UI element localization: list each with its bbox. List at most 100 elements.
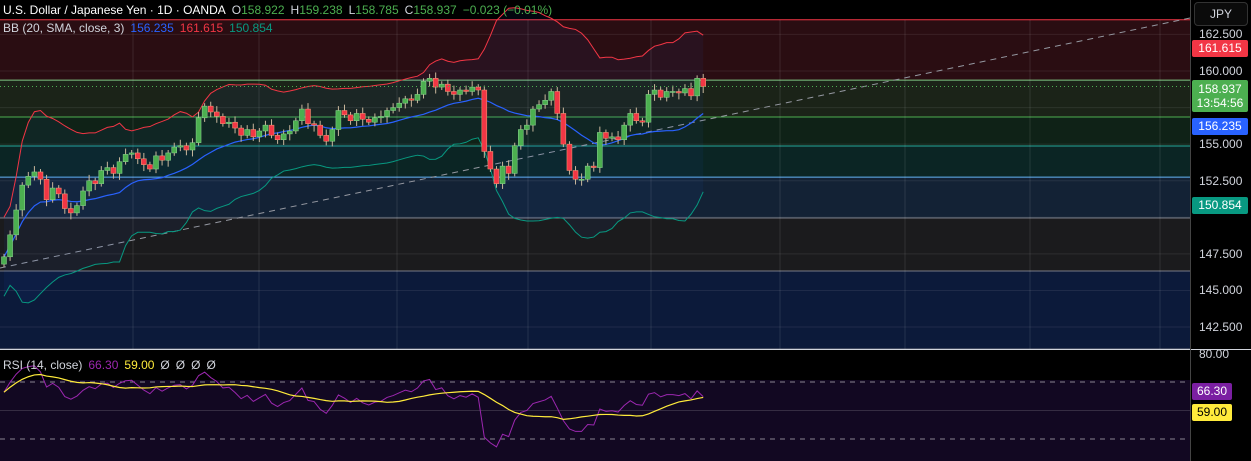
change-value: −0.023 (−0.01%): [462, 3, 553, 17]
price-tick: 147.500: [1199, 246, 1243, 261]
candle-body-down: [43, 179, 50, 200]
candle-body-up: [122, 154, 129, 162]
open-value: 158.922: [241, 3, 285, 17]
candle-body-down: [481, 89, 488, 152]
rsi-value: 66.30: [88, 358, 119, 372]
candle-body-up: [670, 91, 676, 93]
candle-body-down: [603, 132, 609, 139]
bb-upper-badge: 161.615: [1192, 40, 1248, 57]
candle-body-up: [694, 78, 700, 97]
rsi-ma-value: 59.00: [124, 358, 155, 372]
candle-body-up: [287, 130, 293, 135]
high-value: 159.238: [299, 3, 343, 17]
candle: [645, 90, 652, 128]
candle-body-down: [591, 165, 597, 168]
candle-body-down: [62, 193, 68, 209]
candle-body-down: [566, 143, 573, 171]
candle-body-down: [147, 164, 153, 170]
candle-body-up: [335, 110, 342, 130]
candle-body-down: [554, 91, 561, 114]
candle-body-up: [1, 256, 7, 265]
countdown: 13:54:56: [1196, 96, 1244, 110]
candle-body-up: [98, 170, 105, 184]
candle-body-up: [80, 190, 86, 206]
candle-body-down: [366, 119, 372, 123]
candle-body-down: [463, 89, 469, 92]
candle-body-down: [323, 135, 329, 142]
chart-canvas[interactable]: [0, 0, 1251, 461]
candle-body-up: [499, 165, 506, 184]
candle-body-up: [396, 102, 402, 108]
candle-body-down: [159, 155, 165, 161]
candle-body-down: [347, 114, 354, 121]
candle-body-up: [329, 129, 336, 142]
candle-body-down: [688, 88, 694, 97]
candle-body-down: [505, 165, 512, 174]
candle-body-up: [511, 145, 518, 174]
candle-body-down: [475, 86, 481, 91]
open-label: O: [231, 3, 242, 17]
candle-body-up: [457, 89, 463, 95]
candle-body-down: [432, 78, 439, 88]
rsi-legend: RSI (14, close) 66.30 59.00 Ø Ø Ø Ø: [3, 358, 216, 372]
price-tick: 142.500: [1199, 320, 1243, 335]
symbol-title[interactable]: U.S. Dollar / Japanese Yen · 1D · OANDA: [3, 3, 226, 17]
close-value: 158.937: [413, 3, 457, 17]
candle-body-down: [639, 120, 646, 123]
candle-body-up: [682, 88, 688, 94]
rsi-extra: Ø: [175, 358, 186, 372]
candle-body-down: [207, 105, 214, 113]
candle-body-up: [104, 167, 111, 171]
price-tick: 160.000: [1199, 64, 1243, 78]
currency-button[interactable]: JPY: [1194, 2, 1248, 26]
candle-body-down: [572, 170, 579, 180]
bb-label[interactable]: BB (20, SMA, close, 3): [3, 21, 124, 35]
candle-body-down: [633, 113, 640, 121]
candle-body-up: [390, 107, 396, 111]
candle: [481, 85, 488, 158]
candle-body-up: [262, 124, 269, 132]
bb-basis-badge: 156.235: [1192, 118, 1248, 135]
candle-body-down: [305, 108, 311, 124]
candle-body-up: [518, 129, 524, 146]
candle-body-up: [578, 179, 585, 181]
candle-body-down: [92, 180, 98, 184]
candle-body-up: [548, 91, 554, 101]
rsi-ma-badge: 59.00: [1192, 404, 1232, 421]
bb-basis-value: 156.235: [130, 21, 174, 35]
candle-body-up: [584, 165, 591, 180]
symbol-legend: U.S. Dollar / Japanese Yen · 1D · OANDA …: [3, 3, 552, 17]
rsi-label[interactable]: RSI (14, close): [3, 358, 82, 372]
candle-body-up: [13, 209, 19, 236]
rsi-extra: Ø: [206, 358, 216, 372]
candle-body-up: [86, 180, 92, 192]
candle-body-down: [183, 145, 190, 151]
candle-body-up: [627, 113, 633, 126]
candle-body-up: [74, 205, 80, 214]
candle-body-up: [426, 78, 433, 82]
bb-lower-badge: 150.854: [1192, 197, 1248, 214]
candle-body-down: [311, 123, 317, 126]
candle-body-up: [256, 130, 263, 138]
candle-body-up: [7, 234, 13, 258]
candle-body-up: [378, 116, 384, 119]
candle-body-up: [25, 176, 32, 186]
bb-lower-value: 150.854: [229, 21, 273, 35]
candle-body-up: [195, 117, 202, 143]
candle-body-up: [621, 124, 627, 141]
price-tick: 155.000: [1199, 137, 1243, 152]
level-band: [0, 270, 1190, 349]
candle: [511, 142, 518, 177]
candle-body-down: [232, 121, 238, 129]
candle-body-down: [220, 116, 226, 124]
rsi-extra: Ø: [191, 358, 201, 372]
candle-body-up: [201, 105, 208, 119]
candle-body-up: [469, 86, 475, 92]
candle-body-down: [135, 152, 141, 160]
candle-body-down: [268, 124, 275, 136]
candle-body-up: [153, 155, 159, 170]
candle-body-down: [451, 91, 457, 95]
last-price-badge: 158.937 13:54:56: [1192, 80, 1248, 112]
price-tick: 145.000: [1199, 283, 1243, 298]
candle-body-up: [542, 100, 548, 105]
